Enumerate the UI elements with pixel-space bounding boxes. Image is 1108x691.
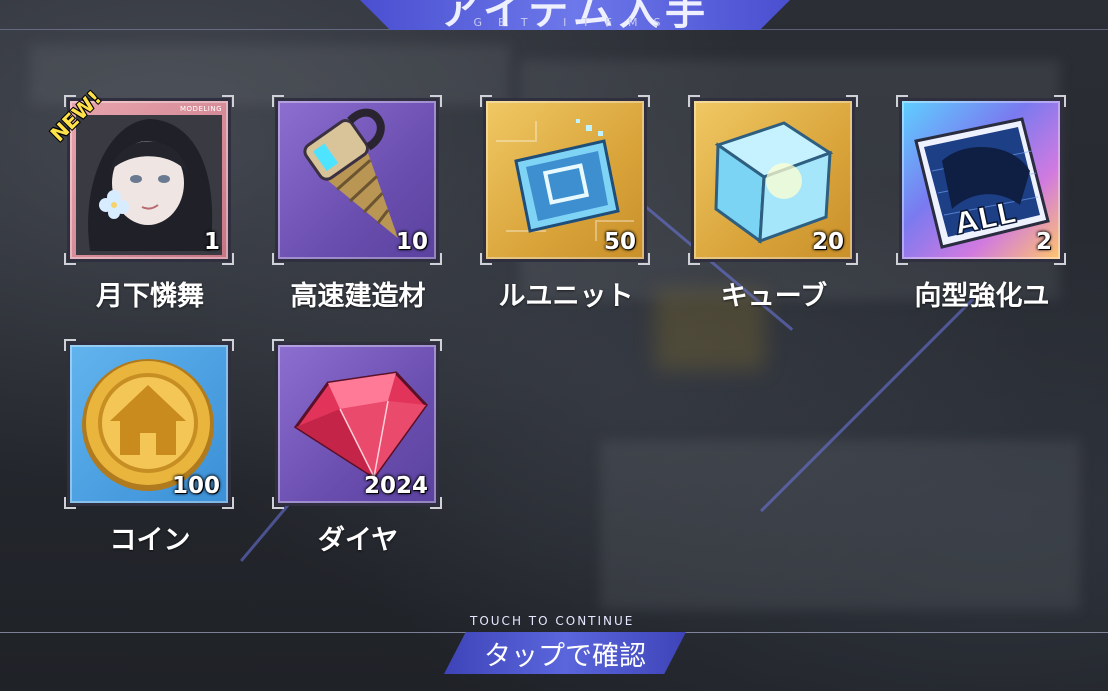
card-corner [64, 497, 76, 509]
item-card: 10 [275, 98, 439, 262]
item-quantity: 1 [203, 229, 220, 255]
card-corner [272, 339, 284, 351]
reward-item-character[interactable]: MODELING 1 NEW! 月下憐舞 [46, 86, 234, 328]
reward-item-blueprint[interactable]: ALL 2 向型強化ユ [896, 95, 1066, 328]
card-corner [222, 497, 234, 509]
item-quantity: 2 [1035, 229, 1052, 255]
item-name: キューブ [720, 281, 828, 312]
card-corner [430, 253, 442, 265]
touch-to-continue-label: TOUCH TO CONTINUE [470, 614, 635, 628]
page-subtitle: GET ITEMS [473, 16, 677, 29]
card-corner [896, 253, 908, 265]
reward-item-coin[interactable]: 100 コイン [64, 339, 234, 572]
item-quantity: 20 [811, 229, 844, 255]
item-name: コイン [109, 525, 191, 556]
card-corner [222, 253, 234, 265]
item-quantity: 100 [171, 473, 220, 499]
card-corner [430, 95, 442, 107]
reward-item-drill[interactable]: 10 高速建造材 [272, 95, 442, 328]
item-card: 20 [691, 98, 855, 262]
card-corner [688, 253, 700, 265]
modeling-tag: MODELING [180, 105, 222, 113]
item-name: 高速建造材 [290, 281, 426, 312]
item-name: 月下憐舞 [96, 281, 204, 312]
card-corner [222, 95, 234, 107]
card-corner [480, 95, 492, 107]
item-card: MODELING 1 [67, 98, 231, 262]
reward-item-cube[interactable]: 20 キューブ [688, 95, 858, 328]
card-corner [222, 339, 234, 351]
item-quantity: 50 [603, 229, 636, 255]
confirm-button-label[interactable]: タップで確認 [444, 634, 686, 673]
card-corner [430, 497, 442, 509]
item-name: ダイヤ [317, 525, 399, 556]
card-corner [638, 95, 650, 107]
card-corner [480, 253, 492, 265]
card-corner [64, 253, 76, 265]
card-corner [430, 339, 442, 351]
card-corner [1054, 253, 1066, 265]
item-name: 向型強化ユ [914, 281, 1050, 312]
item-quantity: 2024 [363, 473, 428, 499]
card-corner [846, 95, 858, 107]
item-quantity: 10 [395, 229, 428, 255]
item-card: 50 [483, 98, 647, 262]
item-card: 2024 [275, 342, 439, 506]
item-card: ALL 2 [899, 98, 1063, 262]
card-corner [846, 253, 858, 265]
reward-item-unit[interactable]: 50 ルユニット [480, 95, 650, 328]
card-corner [1054, 95, 1066, 107]
card-corner [688, 95, 700, 107]
reward-item-diamond[interactable]: 2024 ダイヤ [272, 339, 442, 572]
item-name: ルユニット [498, 281, 634, 312]
card-corner [272, 497, 284, 509]
card-corner [272, 253, 284, 265]
card-corner [638, 253, 650, 265]
background-panel [600, 440, 1080, 610]
card-corner [272, 95, 284, 107]
item-card: 100 [67, 342, 231, 506]
card-corner [64, 339, 76, 351]
card-corner [896, 95, 908, 107]
